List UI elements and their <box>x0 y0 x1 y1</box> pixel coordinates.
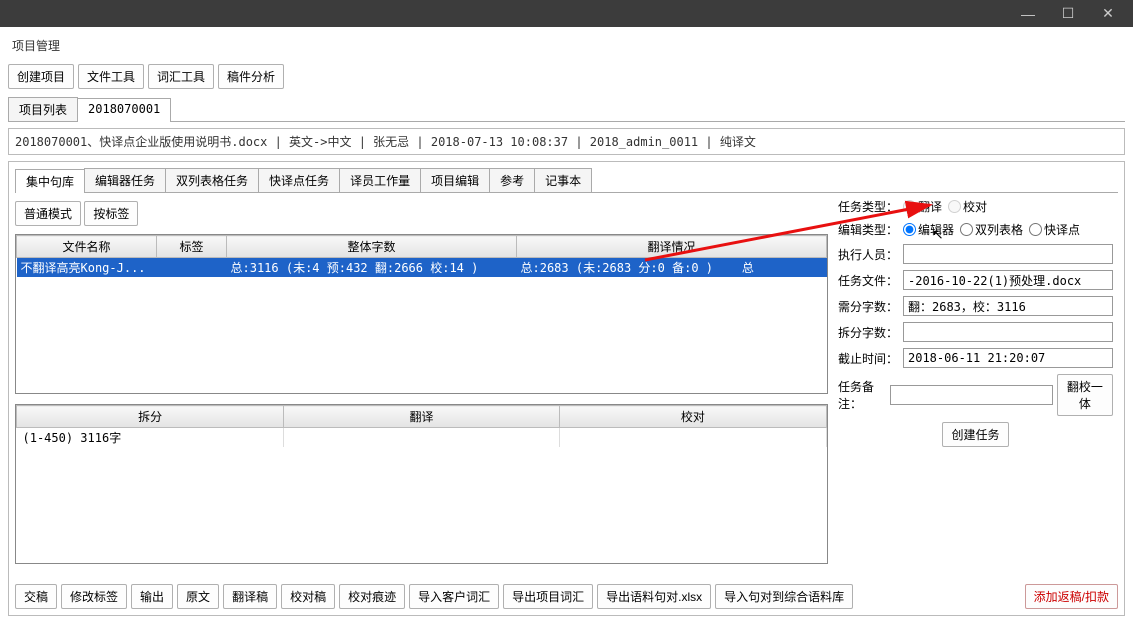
label-task-note: 任务备注： <box>838 378 890 412</box>
label-deadline: 截止时间： <box>838 350 903 367</box>
executor-input[interactable] <box>903 244 1113 264</box>
table-row[interactable]: 不翻译高亮Kong-J... 总:3116 (未:4 预:432 翻:2666 … <box>17 258 827 278</box>
radio-proof[interactable]: 校对 <box>948 198 987 215</box>
deadline-input[interactable] <box>903 348 1113 368</box>
cell-split: (1-450) 3116字 <box>17 428 284 448</box>
tab-project-list[interactable]: 项目列表 <box>8 97 78 121</box>
task-note-input[interactable] <box>890 385 1053 405</box>
create-project-button[interactable]: 创建项目 <box>8 64 74 89</box>
label-edit-type: 编辑类型： <box>838 221 903 238</box>
task-file-input[interactable] <box>903 270 1113 290</box>
col-split[interactable]: 拆分 <box>17 406 284 428</box>
file-tools-button[interactable]: 文件工具 <box>78 64 144 89</box>
main-toolbar: 创建项目 文件工具 词汇工具 稿件分析 <box>8 60 1125 97</box>
file-info-bar: 2018070001、快译点企业版使用说明书.docx | 英文->中文 | 张… <box>8 128 1125 155</box>
titlebar: — ☐ ✕ <box>0 0 1133 27</box>
add-return-button[interactable]: 添加返稿/扣款 <box>1025 584 1118 609</box>
action-bar: 交稿 修改标签 输出 原文 翻译稿 校对稿 校对痕迹 导入客户词汇 导出项目词汇… <box>15 576 1118 609</box>
col-filename[interactable]: 文件名称 <box>17 236 157 258</box>
cell-translate: 总:2683 (未:2683 分:0 备:0 ) 总 <box>517 258 827 278</box>
cell-tag <box>157 258 227 278</box>
tab-project-edit[interactable]: 项目编辑 <box>420 168 490 192</box>
inner-tabs: 集中句库 编辑器任务 双列表格任务 快译点任务 译员工作量 项目编辑 参考 记事… <box>15 168 1118 193</box>
table-row[interactable]: (1-450) 3116字 <box>17 428 827 448</box>
export-corpus-button[interactable]: 导出语料句对.xlsx <box>597 584 711 609</box>
close-button[interactable]: ✕ <box>1088 0 1128 27</box>
split-table[interactable]: 拆分 翻译 校对 (1-450) 3116字 <box>15 404 828 564</box>
tab-quick-task[interactable]: 快译点任务 <box>258 168 340 192</box>
proof-trace-button[interactable]: 校对痕迹 <box>339 584 405 609</box>
vocab-tools-button[interactable]: 词汇工具 <box>148 64 214 89</box>
maximize-button[interactable]: ☐ <box>1048 0 1088 27</box>
menu-label: 项目管理 <box>8 35 1125 60</box>
task-form: 任务类型： 翻译 校对 编辑类型： 编辑器 双列表格 快译点 执行人员： <box>838 193 1118 576</box>
label-task-file: 任务文件： <box>838 272 903 289</box>
create-task-button[interactable]: 创建任务 <box>942 422 1008 447</box>
radio-editor[interactable]: 编辑器 <box>903 221 954 238</box>
by-tag-button[interactable]: 按标签 <box>84 201 138 226</box>
inner-panel: 集中句库 编辑器任务 双列表格任务 快译点任务 译员工作量 项目编辑 参考 记事… <box>8 161 1125 616</box>
label-split-words: 拆分字数： <box>838 324 903 341</box>
tab-notepad[interactable]: 记事本 <box>534 168 592 192</box>
radio-translate[interactable]: 翻译 <box>903 198 942 215</box>
submit-button[interactable]: 交稿 <box>15 584 57 609</box>
tab-translator-work[interactable]: 译员工作量 <box>339 168 421 192</box>
tab-editor-task[interactable]: 编辑器任务 <box>84 168 166 192</box>
tab-reference[interactable]: 参考 <box>489 168 535 192</box>
need-words-input[interactable] <box>903 296 1113 316</box>
doc-analysis-button[interactable]: 稿件分析 <box>218 64 284 89</box>
files-table[interactable]: 文件名称 标签 整体字数 翻译情况 不翻译高亮Kong-J... 总:3116 … <box>15 234 828 394</box>
tab-dual-table-task[interactable]: 双列表格任务 <box>165 168 259 192</box>
window-title-placeholder <box>5 7 16 21</box>
source-button[interactable]: 原文 <box>177 584 219 609</box>
col-wordcount[interactable]: 整体字数 <box>227 236 517 258</box>
proof-button[interactable]: 校对稿 <box>281 584 335 609</box>
label-task-type: 任务类型： <box>838 198 903 215</box>
radio-quick[interactable]: 快译点 <box>1029 221 1080 238</box>
label-executor: 执行人员： <box>838 246 903 263</box>
translation-button[interactable]: 翻译稿 <box>223 584 277 609</box>
label-need-words: 需分字数： <box>838 298 903 315</box>
import-vocab-button[interactable]: 导入客户词汇 <box>409 584 499 609</box>
minimize-button[interactable]: — <box>1008 0 1048 27</box>
project-tabs: 项目列表 2018070001 <box>8 97 1125 122</box>
normal-mode-button[interactable]: 普通模式 <box>15 201 81 226</box>
export-vocab-button[interactable]: 导出项目词汇 <box>503 584 593 609</box>
radio-dual[interactable]: 双列表格 <box>960 221 1023 238</box>
cell-filename: 不翻译高亮Kong-J... <box>17 258 157 278</box>
modify-tag-button[interactable]: 修改标签 <box>61 584 127 609</box>
translate-proof-button[interactable]: 翻校一体 <box>1057 374 1113 416</box>
cell-wordcount: 总:3116 (未:4 预:432 翻:2666 校:14 ) <box>227 258 517 278</box>
col-translate[interactable]: 翻译情况 <box>517 236 827 258</box>
output-button[interactable]: 输出 <box>131 584 173 609</box>
tab-sentence-db[interactable]: 集中句库 <box>15 169 85 193</box>
import-corpus-button[interactable]: 导入句对到综合语料库 <box>715 584 853 609</box>
split-words-input[interactable] <box>903 322 1113 342</box>
tab-project-id[interactable]: 2018070001 <box>77 98 171 122</box>
col-translate2[interactable]: 翻译 <box>284 406 559 428</box>
col-tag[interactable]: 标签 <box>157 236 227 258</box>
col-proof[interactable]: 校对 <box>559 406 826 428</box>
